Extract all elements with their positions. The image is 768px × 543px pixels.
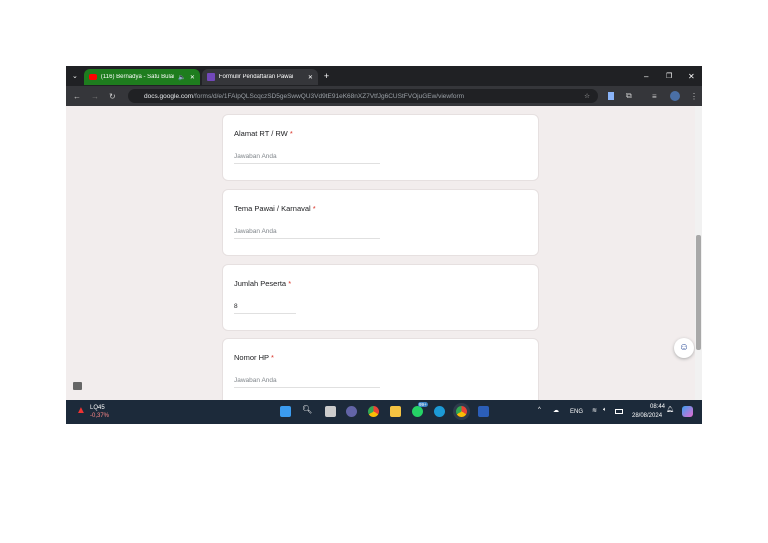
file-explorer-icon[interactable] (390, 406, 401, 417)
answer-input[interactable]: 8 (234, 303, 296, 314)
close-tab-icon[interactable]: ✕ (308, 74, 313, 81)
scrollbar-thumb[interactable] (696, 235, 701, 350)
close-tab-icon[interactable]: ✕ (190, 74, 195, 81)
cloud-icon[interactable]: ☁ (553, 407, 559, 414)
tab-forms[interactable]: Formulir Pendaftaran Pawai ✕ (201, 69, 318, 85)
wifi-icon[interactable]: ≋ (592, 407, 597, 414)
youtube-icon (88, 74, 97, 80)
stock-name[interactable]: LQ45 (90, 405, 105, 411)
taskbar: ▲ LQ45 -0,37% 🔍︎ 99+ ^ ☁ ENG ≋ 🔈︎ 08:44 … (66, 400, 702, 424)
reload-icon[interactable]: ↻ (109, 92, 116, 101)
stock-icon: ▲ (76, 405, 86, 416)
menu-icon[interactable]: ⋮ (690, 92, 698, 101)
question-card: Tema Pawai / Karnaval * Jawaban Anda (222, 189, 539, 256)
teams-icon[interactable] (346, 406, 357, 417)
clock-date[interactable]: 28/08/2024 (632, 413, 662, 419)
word-icon[interactable] (478, 406, 489, 417)
question-card: Nomor HP * Jawaban Anda (222, 338, 539, 408)
whatsapp-icon[interactable] (412, 406, 423, 417)
url-domain: docs.google.com (144, 92, 194, 100)
scrollbar[interactable] (695, 106, 702, 400)
tab-label: Formulir Pendaftaran Pawai (218, 74, 294, 80)
chrome-active-icon[interactable] (456, 406, 467, 417)
tab-youtube[interactable]: (116) Bernadya - Satu Bulan 🔈 ✕ (83, 69, 200, 85)
edge-icon[interactable] (434, 406, 445, 417)
form-content: Alamat RT / RW * Jawaban Anda Tema Pawai… (66, 106, 702, 408)
answer-input[interactable]: Jawaban Anda (234, 228, 380, 239)
forward-icon[interactable]: → (91, 92, 99, 101)
whatsapp-badge: 99+ (418, 402, 428, 407)
minimize-icon[interactable]: – (644, 72, 648, 81)
profile-avatar[interactable] (670, 91, 680, 101)
chrome-icon[interactable] (368, 406, 379, 417)
speaker-icon[interactable]: 🔈 (178, 74, 185, 81)
assistant-icon[interactable]: ☺ (674, 338, 694, 358)
chevron-up-icon[interactable]: ^ (538, 407, 541, 413)
url-input[interactable]: docs.google.com/forms/d/e/1FAIpQLScqczSD… (128, 89, 598, 103)
clock-time[interactable]: 08:44 (650, 404, 665, 410)
url-path: /forms/d/e/1FAIpQLScqczSD5geSwwQU3Vd9tE9… (193, 92, 465, 100)
extensions-icon[interactable]: ⧉ (626, 91, 632, 101)
media-icon[interactable]: ≡ (652, 92, 657, 101)
document-icon[interactable] (608, 92, 614, 100)
battery-icon[interactable] (615, 409, 623, 414)
question-label: Tema Pawai / Karnaval * (234, 204, 316, 213)
stock-change: -0,37% (90, 413, 110, 419)
address-bar: ← → ↻ docs.google.com/forms/d/e/1FAIpQLS… (66, 86, 702, 106)
task-view-icon[interactable] (325, 406, 336, 417)
question-card: Jumlah Peserta * 8 (222, 264, 539, 331)
answer-input[interactable]: Jawaban Anda (234, 377, 380, 388)
tab-bar: ⌄ (116) Bernadya - Satu Bulan 🔈 ✕ Formul… (66, 66, 702, 86)
question-label: Nomor HP * (234, 353, 274, 362)
notification-bell-icon[interactable]: 🔔︎ (666, 406, 674, 413)
start-icon[interactable] (280, 406, 291, 417)
volume-icon[interactable]: 🔈︎ (603, 407, 607, 414)
tab-label: (116) Bernadya - Satu Bulan (100, 74, 175, 80)
search-icon[interactable]: 🔍︎ (302, 405, 312, 414)
question-card: Alamat RT / RW * Jawaban Anda (222, 114, 539, 181)
new-tab-icon[interactable]: + (324, 71, 329, 81)
language-indicator[interactable]: ENG (570, 409, 583, 415)
bookmark-star-icon[interactable]: ☆ (584, 92, 590, 100)
question-label: Jumlah Peserta * (234, 279, 292, 288)
close-window-icon[interactable]: ✕ (688, 72, 695, 81)
back-icon[interactable]: ← (73, 92, 81, 101)
screen: ⌄ (116) Bernadya - Satu Bulan 🔈 ✕ Formul… (66, 66, 702, 424)
tab-search-icon[interactable]: ⌄ (72, 72, 78, 80)
restore-icon[interactable]: ❐ (666, 72, 672, 80)
copilot-icon[interactable] (682, 406, 693, 417)
feedback-icon[interactable] (73, 382, 82, 390)
question-label: Alamat RT / RW * (234, 129, 293, 138)
answer-input[interactable]: Jawaban Anda (234, 153, 380, 164)
forms-icon (206, 73, 215, 81)
